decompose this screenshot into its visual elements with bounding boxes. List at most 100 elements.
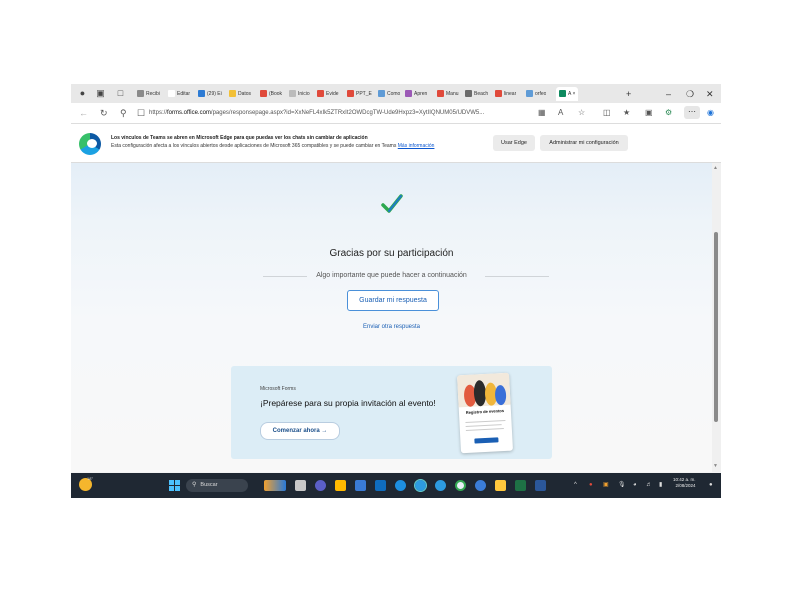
card-text-line bbox=[465, 428, 504, 432]
clock[interactable]: 10:42 a. m. 2/08/2024 bbox=[673, 477, 696, 489]
browser-tab[interactable]: Beach bbox=[465, 87, 488, 101]
edge-infobar: Los vínculos de Teams se abren en Micros… bbox=[71, 124, 721, 163]
edge-logo-icon bbox=[79, 133, 101, 155]
scroll-down-icon[interactable]: ▼ bbox=[713, 463, 718, 469]
split-screen-icon[interactable]: ◫ bbox=[603, 107, 611, 119]
browser-tab[interactable]: Como bbox=[378, 87, 400, 101]
mail-icon[interactable] bbox=[375, 480, 386, 491]
windows-taskbar: 18° ⚲ Buscar ^ ● ▣ 🎙 ◕ ♬ ▮ 10:42 a. m. 2/0… bbox=[71, 473, 721, 498]
browser-tab[interactable]: Evide bbox=[317, 87, 339, 101]
extension-icon[interactable]: ⚙ bbox=[665, 107, 672, 119]
tab-actions-icon[interactable]: □ bbox=[115, 88, 126, 99]
next-steps-label: Algo importante que puede hacer a contin… bbox=[316, 272, 467, 279]
copilot-taskbar-icon[interactable] bbox=[475, 480, 486, 491]
tab-label: Como bbox=[387, 91, 401, 97]
tab-favicon-icon bbox=[260, 90, 267, 98]
more-info-link[interactable]: Más información bbox=[398, 143, 435, 149]
get-started-button[interactable]: Comenzar ahora → bbox=[260, 422, 340, 440]
browser-tab[interactable]: Manu bbox=[437, 87, 459, 101]
browser-tab[interactable]: Datos bbox=[229, 87, 251, 101]
site-info-icon[interactable]: ☐ bbox=[137, 107, 145, 119]
restore-icon[interactable]: ❍ bbox=[686, 87, 694, 101]
app-icon-2[interactable] bbox=[395, 480, 406, 491]
favorites-icon[interactable]: ★ bbox=[623, 107, 630, 119]
start-button[interactable] bbox=[169, 480, 180, 491]
tab-label: Apren bbox=[414, 91, 428, 97]
task-view-icon[interactable] bbox=[295, 480, 306, 491]
url-field[interactable]: https://forms.office.com/pages/responsep… bbox=[149, 108, 529, 118]
profile-icon[interactable]: ● bbox=[77, 88, 88, 99]
manage-settings-button[interactable]: Administrar mi configuración bbox=[540, 135, 628, 151]
refresh-icon[interactable]: ↻ bbox=[100, 107, 108, 119]
browser-tab[interactable]: Apren bbox=[405, 87, 427, 101]
infobar-title: Los vínculos de Teams se abren en Micros… bbox=[111, 135, 368, 141]
tray-app-icon-2[interactable]: ▣ bbox=[603, 480, 609, 490]
new-tab-icon[interactable]: + bbox=[626, 87, 631, 101]
wifi-icon[interactable]: ◕ bbox=[633, 480, 637, 490]
tab-favicon-icon bbox=[405, 90, 412, 98]
teams-icon[interactable] bbox=[355, 480, 366, 491]
minimize-icon[interactable]: – bbox=[666, 87, 671, 101]
edge-taskbar-icon[interactable] bbox=[414, 479, 427, 492]
browser-tab[interactable]: PPT_E bbox=[347, 87, 372, 101]
taskbar-search[interactable]: ⚲ Buscar bbox=[186, 479, 248, 492]
tab-favicon-icon bbox=[437, 90, 444, 98]
volume-icon[interactable]: ♬ bbox=[646, 480, 652, 490]
browser-tab[interactable]: linear bbox=[495, 87, 516, 101]
tab-label: Editar bbox=[177, 91, 191, 97]
checkmark-icon bbox=[381, 194, 403, 213]
mic-muted-icon[interactable]: 🎙 bbox=[618, 480, 626, 490]
battery-icon[interactable]: ▮ bbox=[659, 480, 662, 490]
apps-icon[interactable]: ▦ bbox=[538, 107, 546, 119]
favorite-star-icon[interactable]: ☆ bbox=[578, 107, 585, 119]
save-response-button[interactable]: Guardar mi respuesta bbox=[347, 290, 439, 311]
excel-icon[interactable] bbox=[515, 480, 526, 491]
tab-favicon-icon bbox=[495, 90, 502, 98]
browser-tab[interactable]: Editar bbox=[168, 87, 190, 101]
app-icon-1[interactable] bbox=[335, 480, 346, 491]
back-icon[interactable]: ← bbox=[79, 107, 88, 119]
search-icon[interactable]: ⚲ bbox=[120, 107, 127, 119]
collections-icon[interactable]: ▣ bbox=[95, 88, 106, 99]
browser-tab[interactable]: Inicio bbox=[289, 87, 310, 101]
submit-another-link[interactable]: Enviar otra respuesta bbox=[71, 324, 712, 330]
promo-banner: Microsoft Forms ¡Prepárese para su propi… bbox=[231, 366, 552, 459]
close-icon[interactable]: ✕ bbox=[706, 87, 714, 101]
tab-favicon-icon bbox=[229, 90, 236, 98]
more-menu-icon[interactable]: ⋯ bbox=[684, 106, 700, 119]
notification-icon[interactable]: ● bbox=[709, 480, 713, 490]
widget-icon[interactable] bbox=[264, 480, 286, 491]
word-icon[interactable] bbox=[535, 480, 546, 491]
browser-tab[interactable]: orfeo bbox=[526, 87, 546, 101]
browser-tab[interactable]: Recibi bbox=[137, 87, 160, 101]
tab-label: Manu bbox=[446, 91, 459, 97]
page-scrollbar[interactable]: ▲ ▼ bbox=[712, 163, 721, 472]
tab-favicon-icon bbox=[289, 90, 296, 98]
chrome-icon[interactable] bbox=[455, 480, 466, 491]
file-explorer-icon[interactable] bbox=[495, 480, 506, 491]
tab-favicon-icon bbox=[526, 90, 533, 98]
collections-toolbar-icon[interactable]: ▣ bbox=[645, 107, 653, 119]
address-bar: ← ↻ ⚲ ☐ https://forms.office.com/pages/r… bbox=[71, 103, 721, 124]
card-text-line bbox=[465, 419, 506, 424]
show-hidden-icons[interactable]: ^ bbox=[574, 480, 577, 490]
use-edge-button[interactable]: Usar Edge bbox=[493, 135, 535, 151]
tab-favicon-icon bbox=[168, 90, 175, 98]
browser-tab[interactable]: A × bbox=[556, 87, 579, 101]
tab-label: orfeo bbox=[535, 91, 547, 97]
read-aloud-icon[interactable]: A bbox=[558, 107, 563, 119]
copilot-icon[interactable]: ◉ bbox=[707, 107, 714, 119]
tray-app-icon[interactable]: ● bbox=[589, 480, 593, 490]
tab-strip: ● ▣ □ Recibi Editar (29) Ei Datos (Book Inici… bbox=[71, 84, 721, 103]
scroll-up-icon[interactable]: ▲ bbox=[713, 165, 718, 171]
edge-icon-2[interactable] bbox=[435, 480, 446, 491]
chat-icon[interactable] bbox=[315, 480, 326, 491]
close-tab-icon[interactable]: × bbox=[571, 91, 575, 97]
browser-tab[interactable]: (Book bbox=[260, 87, 282, 101]
scroll-thumb[interactable] bbox=[714, 232, 718, 422]
form-response-page: Gracias por su participación Algo import… bbox=[71, 163, 712, 472]
card-title: Registro de eventos bbox=[465, 408, 505, 415]
tab-label: (Book bbox=[269, 91, 283, 97]
browser-tab[interactable]: (29) Ei bbox=[198, 87, 222, 101]
tab-favicon-icon bbox=[317, 90, 324, 98]
